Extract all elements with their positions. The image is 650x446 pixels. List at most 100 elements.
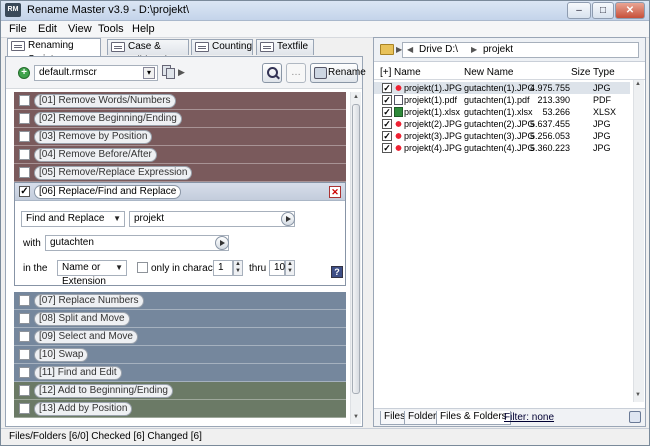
- script-item[interactable]: [11] Find and Edit: [14, 364, 346, 382]
- script-item[interactable]: [09] Select and Move: [14, 328, 346, 346]
- script-item-label: [01] Remove Words/Numbers: [34, 94, 176, 108]
- only-characters-checkbox[interactable]: [137, 262, 148, 273]
- path-breadcrumb[interactable]: ◀ Drive D:\ ▶ projekt: [402, 42, 639, 58]
- tab-files-folders[interactable]: Files & Folders: [436, 411, 511, 425]
- file-row[interactable]: ✓ projekt(1).JPG gutachten(1).JPG 4.975.755…: [374, 82, 630, 94]
- script-item[interactable]: [04] Remove Before/After: [14, 146, 346, 164]
- script-item[interactable]: [13] Add by Position: [14, 400, 346, 418]
- maximize-button[interactable]: □: [592, 2, 614, 19]
- file-row[interactable]: ✓ projekt(4).JPG gutachten(4).JPG 5.360.223…: [374, 142, 630, 154]
- file-new-name: gutachten(1).pdf: [464, 95, 530, 105]
- column-size[interactable]: Size: [571, 67, 590, 78]
- tab-counting[interactable]: Counting: [191, 39, 253, 55]
- filter-link[interactable]: Filter: none: [504, 412, 554, 423]
- to-spinner[interactable]: ▲ ▼: [285, 260, 295, 276]
- breadcrumb-drive[interactable]: Drive D:\: [419, 43, 458, 57]
- from-spinner[interactable]: ▲ ▼: [233, 260, 243, 276]
- file-row[interactable]: ✓ projekt(1).pdf gutachten(1).pdf 213.390 PD…: [374, 94, 630, 106]
- to-field[interactable]: 10: [269, 260, 285, 276]
- script-item[interactable]: [05] Remove/Replace Expression: [14, 164, 346, 182]
- file-new-name: gutachten(1).xlsx: [464, 107, 533, 117]
- status-bar: Files/Folders [6/0] Checked [6] Changed …: [1, 428, 649, 445]
- script-item[interactable]: [01] Remove Words/Numbers: [14, 92, 346, 110]
- scroll-up-icon[interactable]: ▲: [635, 81, 641, 87]
- expanded-item-checkbox[interactable]: ✓: [19, 186, 30, 197]
- scroll-down-icon[interactable]: ▼: [352, 413, 360, 422]
- file-checkbox[interactable]: ✓: [382, 83, 392, 93]
- add-script-button[interactable]: +: [18, 67, 30, 79]
- script-item[interactable]: [02] Remove Beginning/Ending: [14, 110, 346, 128]
- file-type: PDF: [593, 95, 611, 105]
- panel-settings-icon[interactable]: [629, 411, 641, 423]
- from-value: 1: [218, 262, 224, 273]
- menu-help[interactable]: Help: [132, 23, 155, 35]
- script-item-checkbox[interactable]: [19, 295, 30, 306]
- script-item[interactable]: [12] Add to Beginning/Ending: [14, 382, 346, 400]
- script-item-checkbox[interactable]: [19, 331, 30, 342]
- find-options-button[interactable]: [281, 212, 295, 226]
- find-field[interactable]: projekt: [129, 211, 295, 227]
- file-row[interactable]: ✓ projekt(3).JPG gutachten(3).JPG 5.256.053…: [374, 130, 630, 142]
- scroll-down-icon[interactable]: ▼: [635, 392, 641, 398]
- replace-options-button[interactable]: [215, 236, 229, 250]
- script-item-checkbox[interactable]: [19, 113, 30, 124]
- scroll-thumb[interactable]: [352, 104, 360, 394]
- file-checkbox[interactable]: ✓: [382, 143, 392, 153]
- menu-edit[interactable]: Edit: [38, 23, 57, 35]
- jpg-file-icon: [394, 143, 403, 153]
- chevron-right-icon[interactable]: ▶: [178, 67, 185, 78]
- script-browse-button[interactable]: ▾: [143, 67, 155, 79]
- window-title: Rename Master v3.9 - D:\projekt\: [27, 4, 190, 16]
- copy-script-icon[interactable]: [162, 65, 176, 80]
- file-checkbox[interactable]: ✓: [382, 131, 392, 141]
- breadcrumb-folder[interactable]: projekt: [483, 43, 513, 57]
- more-button[interactable]: …: [286, 63, 306, 83]
- column-type[interactable]: Type: [593, 67, 615, 78]
- script-item-checkbox[interactable]: [19, 403, 30, 414]
- script-item[interactable]: [07] Replace Numbers: [14, 292, 346, 310]
- script-selector[interactable]: default.rmscr ▾: [34, 65, 158, 81]
- column-toggle[interactable]: [+]: [380, 67, 391, 78]
- file-checkbox[interactable]: ✓: [382, 107, 392, 117]
- file-row[interactable]: ✓ projekt(2).JPG gutachten(2).JPG 5.637.455…: [374, 118, 630, 130]
- menu-view[interactable]: View: [68, 23, 92, 35]
- file-list-scrollbar[interactable]: ▲ ▼: [633, 80, 644, 402]
- tab-case-wildcards[interactable]: Case & Wildcards: [107, 39, 189, 66]
- tab-textfile[interactable]: Textfile: [256, 39, 314, 55]
- column-name[interactable]: Name: [394, 67, 421, 78]
- file-size: 213.390: [537, 95, 570, 105]
- script-item-label: [08] Split and Move: [34, 312, 130, 326]
- preview-search-button[interactable]: [262, 63, 282, 83]
- close-button[interactable]: ✕: [615, 2, 645, 19]
- menu-file[interactable]: File: [9, 23, 27, 35]
- help-icon[interactable]: ?: [331, 266, 343, 278]
- scroll-up-icon[interactable]: ▲: [352, 93, 360, 102]
- folder-icon[interactable]: [380, 44, 394, 55]
- script-item-checkbox[interactable]: [19, 149, 30, 160]
- close-icon[interactable]: ✕: [329, 186, 341, 198]
- mode-dropdown[interactable]: Find and Replace ▼: [21, 211, 125, 227]
- menu-tools[interactable]: Tools: [98, 23, 124, 35]
- script-item-checkbox[interactable]: [19, 349, 30, 360]
- rename-button[interactable]: Rename: [310, 63, 366, 83]
- script-item-checkbox[interactable]: [19, 313, 30, 324]
- file-checkbox[interactable]: ✓: [382, 119, 392, 129]
- from-field[interactable]: 1: [213, 260, 233, 276]
- file-row[interactable]: ✓ projekt(1).xlsx gutachten(1).xlsx 53.266 X…: [374, 106, 630, 118]
- replace-field[interactable]: gutachten: [45, 235, 229, 251]
- script-list-scrollbar[interactable]: ▲ ▼: [350, 92, 361, 424]
- column-new-name[interactable]: New Name: [464, 67, 513, 78]
- tab-renaming-script[interactable]: Renaming Script: [7, 38, 101, 65]
- scope-dropdown[interactable]: Name or Extension ▼: [57, 260, 127, 287]
- script-item-checkbox[interactable]: [19, 131, 30, 142]
- script-item-checkbox[interactable]: [19, 367, 30, 378]
- script-item-checkbox[interactable]: [19, 167, 30, 178]
- minimize-button[interactable]: –: [567, 2, 591, 19]
- script-item-checkbox[interactable]: [19, 385, 30, 396]
- script-item[interactable]: [08] Split and Move: [14, 310, 346, 328]
- script-item[interactable]: [03] Remove by Position: [14, 128, 346, 146]
- file-checkbox[interactable]: ✓: [382, 95, 392, 105]
- script-item[interactable]: [10] Swap: [14, 346, 346, 364]
- script-item-checkbox[interactable]: [19, 95, 30, 106]
- expanded-item-header: ✓ [06] Replace/Find and Replace ✕: [15, 183, 345, 201]
